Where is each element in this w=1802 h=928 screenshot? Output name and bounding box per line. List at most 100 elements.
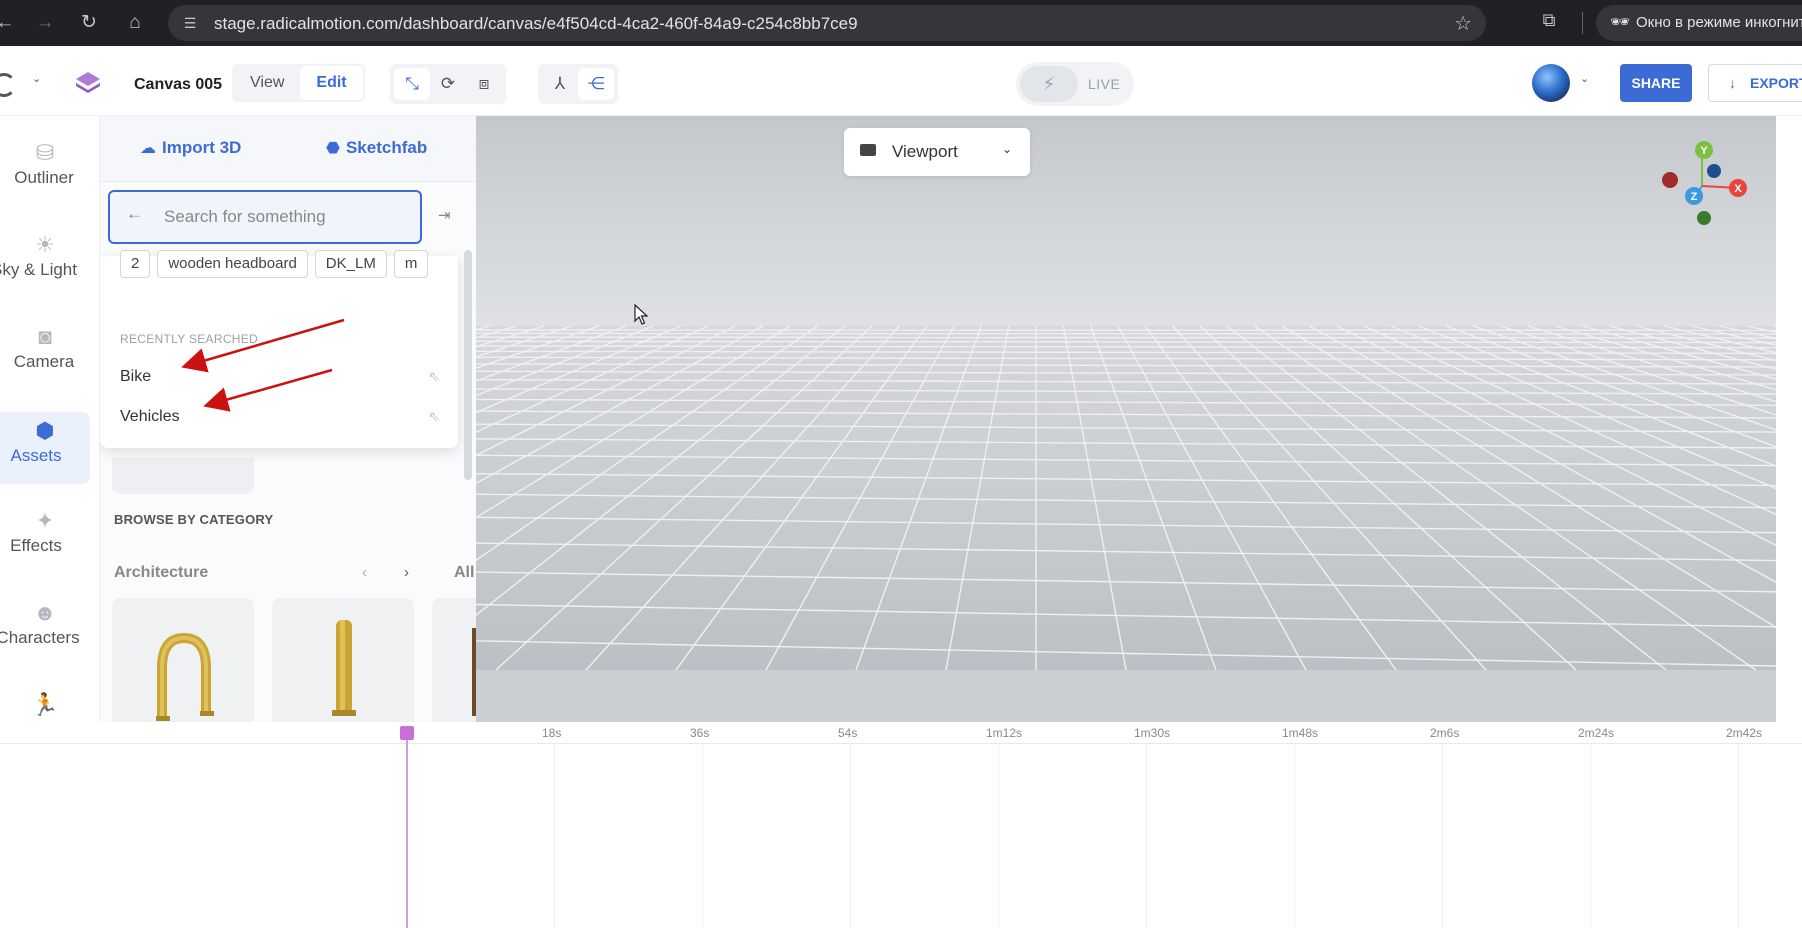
- sketchfab-button[interactable]: ⬣ Sketchfab: [326, 138, 427, 158]
- live-toggle[interactable]: ⚡ LIVE: [1016, 62, 1134, 106]
- search-chips: 2 wooden headboard DK_LM m: [120, 250, 460, 280]
- category-header: Architecture ‹ › All: [114, 564, 476, 588]
- incognito-badge[interactable]: 🕶 Окно в режиме инкогнито: [1596, 5, 1802, 41]
- sketchfab-label: Sketchfab: [345, 138, 428, 157]
- timeline-tick-label: 1m30s: [1134, 726, 1171, 740]
- forward-icon[interactable]: →: [32, 10, 58, 36]
- sparkles-icon: ✦: [35, 508, 55, 533]
- world-axis-icon[interactable]: ⋲: [578, 68, 614, 100]
- import-row: ☁ Import 3D ⬣ Sketchfab: [100, 116, 476, 182]
- timeline-gridline: [1146, 744, 1147, 928]
- search-chip[interactable]: wooden headboard: [157, 250, 308, 278]
- timeline-ruler[interactable]: 18s 36s 54s 1m12s 1m30s 1m48s 2m6s 2m24s 2m42s: [0, 722, 1802, 744]
- home-icon[interactable]: ⌂: [122, 10, 148, 36]
- live-label: LIVE: [1088, 76, 1121, 92]
- site-settings-icon[interactable]: ☰: [180, 13, 200, 33]
- recent-search-item[interactable]: Vehicles ⇖: [120, 404, 440, 432]
- canvas-title[interactable]: Canvas 005: [134, 76, 222, 94]
- chevron-down-icon: ⌄: [1002, 142, 1013, 156]
- timeline-gridline: [850, 744, 851, 928]
- layers-icon[interactable]: [72, 68, 104, 100]
- share-button[interactable]: SHARE: [1620, 64, 1692, 102]
- rail-item-camera[interactable]: ◙ Camera: [0, 322, 90, 394]
- arrow-left-icon[interactable]: ←: [126, 204, 143, 224]
- axis-gizmo[interactable]: Y X Z: [1654, 138, 1750, 234]
- rail-item-outliner[interactable]: ⛁ Outliner: [0, 138, 90, 210]
- browser-toolbar: ← → ↻ ⌂ ☰ stage.radicalmotion.com/dashbo…: [0, 0, 1802, 46]
- view-all-link[interactable]: All: [454, 564, 474, 582]
- camera-icon: ◙: [38, 324, 52, 349]
- negative-x-handle[interactable]: [1662, 172, 1678, 188]
- rail-item-label: Outliner: [14, 168, 74, 187]
- scale-tool-icon[interactable]: ⧈: [466, 68, 502, 100]
- 3d-viewport[interactable]: Viewport ⌄ Y X Z: [476, 116, 1776, 722]
- browse-by-category-heading: BROWSE BY CATEGORY: [114, 512, 274, 527]
- rotate-tool-icon[interactable]: ⟳: [430, 68, 466, 100]
- asset-card[interactable]: [112, 598, 254, 722]
- edit-mode-tab[interactable]: Edit: [300, 66, 363, 100]
- asset-card[interactable]: [432, 598, 476, 722]
- rail-item-sky-light[interactable]: ☀ Sky & Light: [0, 230, 90, 302]
- chevron-down-icon[interactable]: ⌄: [32, 72, 41, 85]
- recent-search-label: Bike: [120, 368, 152, 385]
- chevron-down-icon[interactable]: ⌄: [1580, 72, 1589, 85]
- address-bar[interactable]: ☰ stage.radicalmotion.com/dashboard/canv…: [168, 5, 1486, 41]
- playhead-handle[interactable]: [400, 726, 414, 740]
- cube-icon: ⬢: [35, 418, 55, 443]
- collapse-panel-icon[interactable]: ⇥: [438, 206, 451, 224]
- transform-tools: ⤡ ⟳ ⧈: [390, 64, 506, 104]
- timeline-tick-label: 1m48s: [1282, 726, 1319, 740]
- ground-grid: [476, 116, 1776, 722]
- rail-item-effects[interactable]: ✦ Effects: [0, 506, 90, 578]
- export-button[interactable]: ↓ EXPORT: [1708, 64, 1802, 102]
- import-3d-button[interactable]: ☁ Import 3D: [140, 138, 241, 158]
- rail-item-characters[interactable]: ☻ Characters: [0, 598, 90, 670]
- asset-card[interactable]: [272, 598, 414, 722]
- negative-y-handle[interactable]: [1697, 211, 1711, 225]
- mask-icon: ☻: [33, 600, 57, 625]
- bookmark-star-icon[interactable]: ☆: [1454, 11, 1472, 36]
- app-logo-icon[interactable]: [0, 73, 16, 97]
- move-tool-icon[interactable]: ⤡: [394, 68, 430, 100]
- local-axis-icon[interactable]: ⅄: [542, 68, 578, 100]
- y-axis-label: Y: [1700, 145, 1708, 157]
- toolbar-divider: [1582, 12, 1583, 34]
- timeline-tick-label: 2m6s: [1430, 726, 1460, 740]
- panel-scrollbar[interactable]: [464, 250, 472, 480]
- rail-item-label: Camera: [13, 352, 75, 371]
- search-chip[interactable]: m: [393, 250, 429, 278]
- chevron-right-icon[interactable]: ›: [404, 564, 409, 581]
- chevron-left-icon[interactable]: ‹: [362, 564, 367, 581]
- url-text[interactable]: stage.radicalmotion.com/dashboard/canvas…: [214, 14, 858, 34]
- search-box: ←: [108, 190, 422, 244]
- back-icon[interactable]: ←: [0, 10, 18, 36]
- mouse-cursor-icon: [634, 304, 648, 325]
- search-input[interactable]: [164, 204, 404, 230]
- timeline-gridline: [554, 744, 555, 928]
- negative-z-handle[interactable]: [1707, 164, 1721, 178]
- cloud-upload-icon: ☁: [140, 140, 156, 157]
- rail-item-assets[interactable]: ⬢ Assets: [0, 412, 90, 484]
- timeline-tick-label: 18s: [542, 726, 562, 740]
- left-rail: ⛁ Outliner ☀ Sky & Light ◙ Camera ⬢ Asse…: [0, 116, 100, 722]
- timeline-tick-label: 1m12s: [986, 726, 1023, 740]
- space-tools: ⅄ ⋲: [538, 64, 618, 104]
- lightning-icon: ⚡: [1020, 66, 1078, 102]
- recent-search-item[interactable]: Bike ⇖: [120, 364, 440, 392]
- sun-icon: ☀: [35, 232, 55, 257]
- mode-toggle: View Edit: [232, 64, 365, 102]
- export-label: EXPORT: [1750, 75, 1802, 91]
- extensions-icon[interactable]: ⧉: [1536, 10, 1562, 36]
- search-chip[interactable]: 2: [120, 250, 151, 278]
- timeline[interactable]: 18s 36s 54s 1m12s 1m30s 1m48s 2m6s 2m24s 2m42s: [0, 722, 1802, 928]
- arrow-up-left-icon[interactable]: ⇖: [428, 368, 440, 385]
- camera-select-label: Viewport: [892, 142, 958, 161]
- search-chip[interactable]: DK_LM: [314, 250, 387, 278]
- reload-icon[interactable]: ↻: [76, 10, 102, 36]
- view-mode-tab[interactable]: View: [234, 66, 300, 100]
- camera-select[interactable]: Viewport ⌄: [844, 128, 1030, 176]
- avatar[interactable]: [1532, 64, 1570, 102]
- incognito-label: Окно в режиме инкогнито: [1636, 14, 1802, 31]
- arrow-up-left-icon[interactable]: ⇖: [428, 408, 440, 425]
- wooden-post-thumbnail: [472, 628, 476, 716]
